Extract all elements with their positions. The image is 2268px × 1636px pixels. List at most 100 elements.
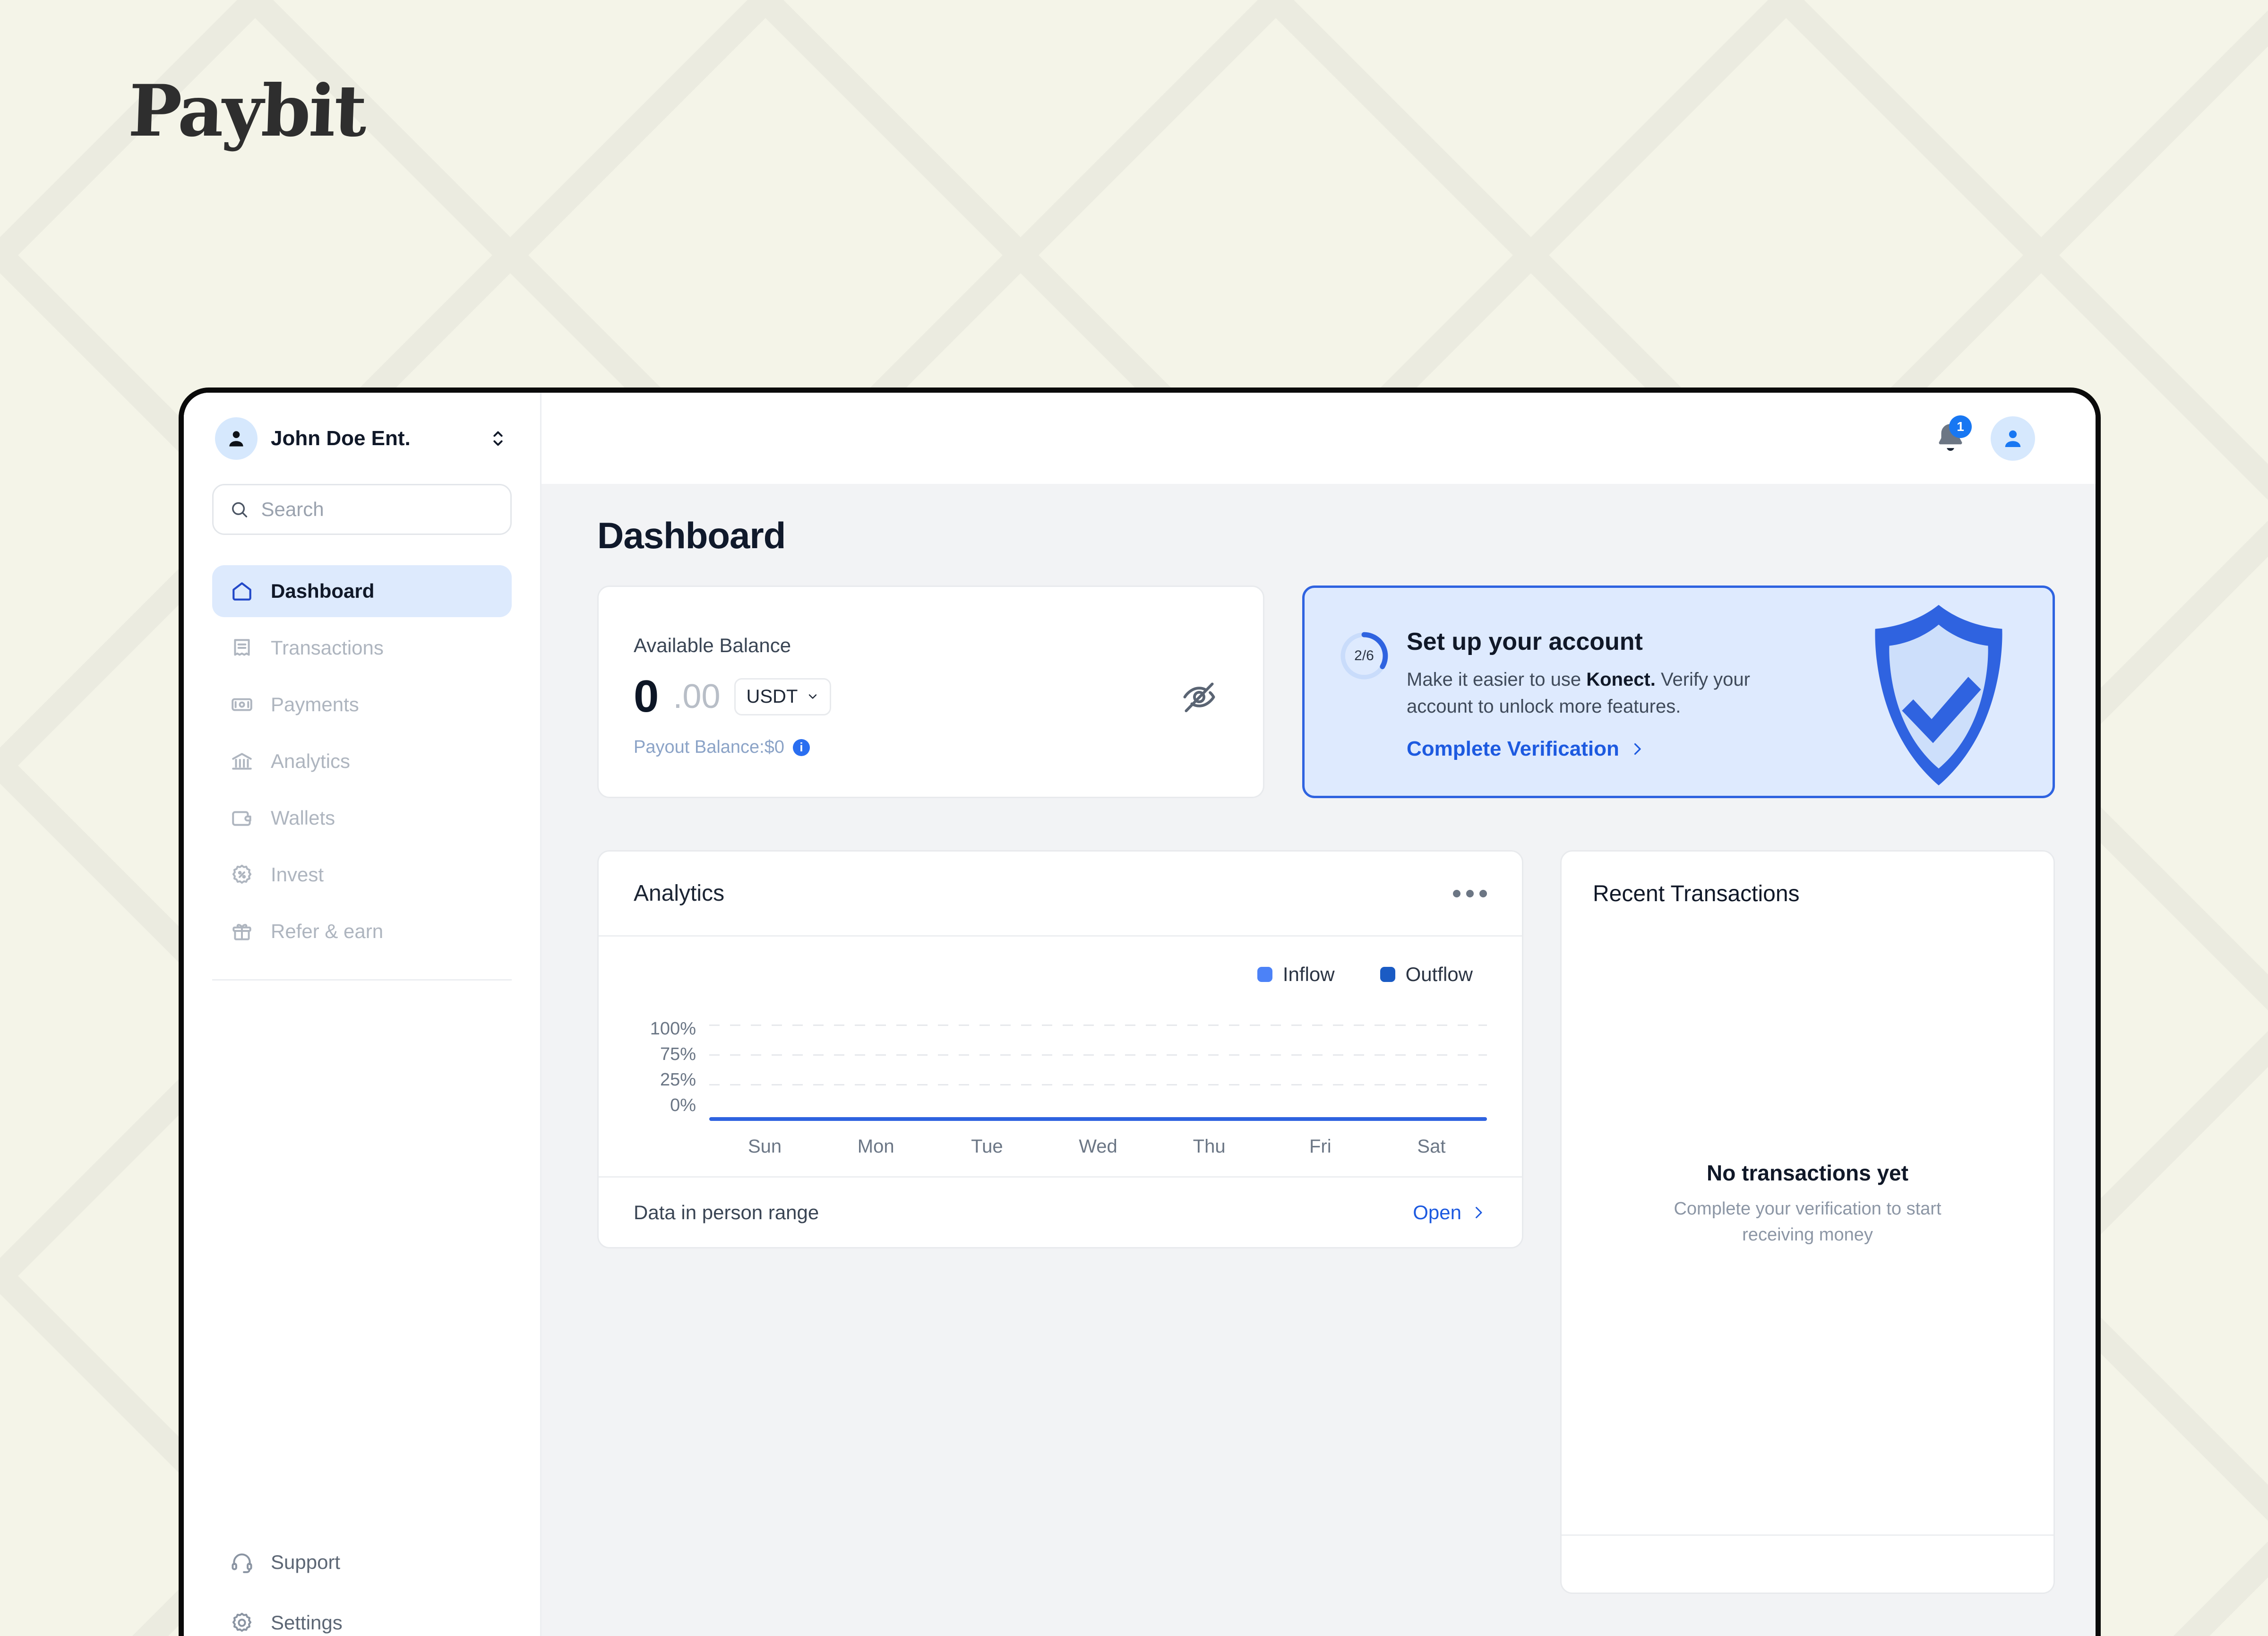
sidebar-nav: Dashboard Transactions Payments Analytic… [212,565,512,957]
y-tick: 25% [660,1070,696,1090]
sidebar-item-label: Payments [271,693,359,715]
legend-label-outflow: Outflow [1405,963,1473,985]
sidebar-item-analytics[interactable]: Analytics [212,735,512,787]
analytics-range-label: Data in person range [634,1201,819,1223]
sidebar-item-label: Dashboard [271,580,375,602]
sidebar: John Doe Ent. Dashbo [184,393,541,1636]
search-icon [232,502,248,517]
complete-verification-label: Complete Verification [1407,737,1619,760]
sidebar-item-label: Analytics [271,750,351,772]
currency-value: USDT [746,686,798,707]
device-frame: 1 John Doe Ent. Search Dashboard Transac… [179,387,2101,1636]
sidebar-item-refer-and-earn[interactable]: Refer & earn [212,905,512,957]
user-avatar-icon [229,431,243,447]
wallet-icon [230,806,254,830]
analytics-header: Analytics [599,852,1522,937]
complete-verification-link[interactable]: Complete Verification [1407,737,1646,761]
gift-icon [230,920,254,943]
x-tick: Sun [747,1136,782,1157]
x-tick: Sat [1417,1136,1446,1157]
info-icon[interactable]: i [793,739,810,756]
notifications-button[interactable]: 1 [1932,415,1972,457]
analytics-chart: Inflow Outflow 100% 75% 25% 0% Sun Mon T… [599,937,1522,1176]
sidebar-item-invest[interactable]: Invest [212,849,512,901]
payout-balance-label: Payout Balance:$0 [634,737,785,757]
more-horizontal-icon[interactable] [1453,889,1487,897]
chevron-right-icon [1476,1206,1482,1218]
org-name: John Doe Ent. [271,426,411,450]
org-switcher[interactable]: John Doe Ent. [212,393,512,484]
balance-amount-integer: 0 [634,671,659,722]
percent-badge-icon [230,863,254,887]
x-tick: Wed [1079,1136,1117,1157]
verify-desc-part1: Make it easier to use [1407,669,1587,690]
sidebar-item-wallets[interactable]: Wallets [212,792,512,844]
sidebar-item-support[interactable]: Support [212,1536,512,1588]
legend-swatch-outflow [1380,967,1395,982]
chevron-down-icon [809,694,817,699]
chart-plot-region [709,1020,1487,1121]
page-title: Dashboard [597,515,786,556]
x-tick: Tue [971,1136,1003,1157]
sidebar-item-label: Refer & earn [271,920,384,942]
chart-y-axis: 100% 75% 25% 0% [634,1020,709,1114]
account-setup-card: 2/6 Set up your account Make it easier t… [1302,586,2055,798]
available-balance-card: Available Balance 0 .00 USDT Payout Bala… [597,586,1264,798]
bank-icon [230,749,254,773]
transactions-empty-state: No transactions yet Complete your verifi… [1562,874,2053,1534]
chart-legend: Inflow Outflow [634,963,1487,986]
main-content: Dashboard Available Balance 0 .00 USDT P… [541,484,2096,1636]
search-input[interactable] [261,498,494,521]
gridline [709,1084,1487,1085]
empty-state-title: No transactions yet [1707,1160,1908,1185]
recent-transactions-card: Recent Transactions No transactions yet … [1560,850,2055,1594]
y-tick: 0% [670,1095,696,1115]
chevron-up-down-icon[interactable] [487,428,509,449]
currency-select[interactable]: USDT [734,678,832,715]
sidebar-item-settings[interactable]: Settings [212,1597,512,1636]
verify-desc-brand: Konect. [1586,669,1656,690]
receipt-icon [230,636,254,660]
legend-swatch-inflow [1257,967,1272,982]
sidebar-item-label: Invest [271,863,324,886]
chart-baseline-series [709,1117,1487,1121]
search-box[interactable] [212,484,512,535]
chart-plot: 100% 75% 25% 0% [634,1020,1487,1121]
legend-label-inflow: Inflow [1282,963,1335,985]
avatar [215,417,258,460]
gridline [709,1054,1487,1056]
chart-x-axis: Sun Mon Tue Wed Thu Fri Sat [709,1136,1487,1157]
user-avatar-icon [2005,430,2021,447]
shield-check-icon [1875,604,2002,786]
y-tick: 75% [660,1044,696,1064]
headset-icon [230,1550,254,1574]
header-avatar[interactable] [1991,416,2035,461]
legend-item-outflow: Outflow [1380,963,1473,986]
gridline [709,1025,1487,1026]
verify-description: Make it easier to use Konect. Verify you… [1407,666,1766,720]
balance-amount-decimal: .00 [673,678,721,715]
sidebar-item-payments[interactable]: Payments [212,679,512,731]
eye-off-icon[interactable] [1181,679,1218,715]
gear-icon [230,1611,254,1635]
y-tick: 100% [650,1019,696,1039]
sidebar-item-label: Transactions [271,637,384,659]
brand-logo: Paybit [127,69,367,153]
sidebar-item-transactions[interactable]: Transactions [212,622,512,674]
legend-item-inflow: Inflow [1257,963,1335,986]
sidebar-footer: Support Settings [212,1536,512,1636]
sidebar-item-label: Support [271,1551,341,1573]
chevron-right-icon [1634,743,1641,755]
home-icon [230,579,254,603]
empty-state-subtitle: Complete your verification to start rece… [1674,1198,1942,1245]
x-tick: Fri [1309,1136,1332,1157]
balance-label: Available Balance [634,634,791,656]
payout-balance: Payout Balance:$0 i [634,737,1222,758]
analytics-card: Analytics Inflow Outflow 100% 75% 25% 0%… [597,850,1523,1249]
x-tick: Mon [857,1136,894,1157]
analytics-open-link[interactable]: Open [1413,1201,1487,1224]
analytics-row: Analytics Inflow Outflow 100% 75% 25% 0%… [597,850,2055,1594]
analytics-title: Analytics [634,881,725,906]
sidebar-item-label: Settings [271,1611,343,1634]
sidebar-item-dashboard[interactable]: Dashboard [212,565,512,617]
